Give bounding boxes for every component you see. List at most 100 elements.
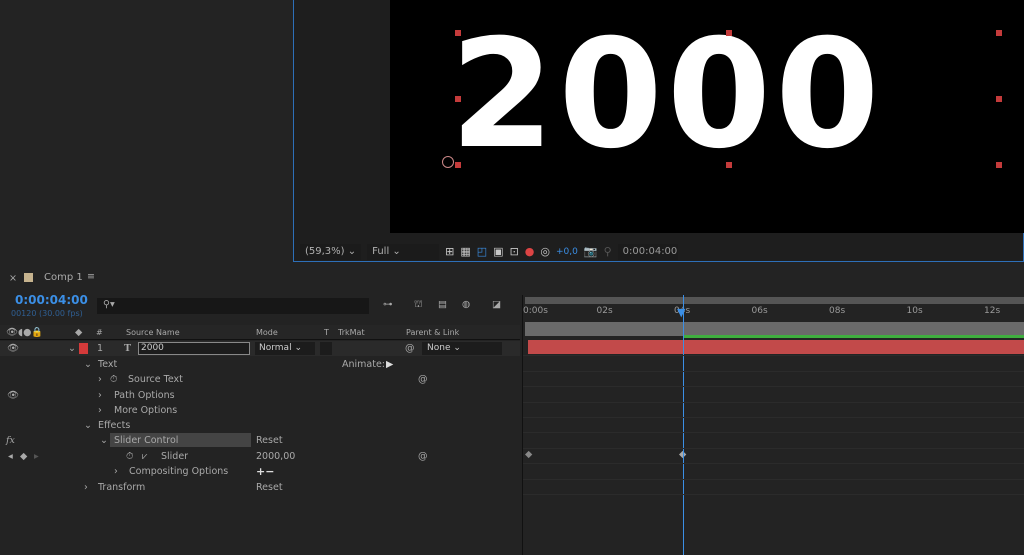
anchor-point-icon[interactable] [442, 156, 454, 168]
parent-dropdown[interactable]: None ⌄ [422, 342, 502, 355]
chevron-right-icon[interactable]: › [84, 480, 88, 495]
col-num: # [96, 328, 103, 337]
label-icon: ◆ [75, 327, 83, 338]
chevron-down-icon[interactable]: ⌄ [84, 357, 92, 372]
stopwatch-active-icon[interactable]: ⏱ [126, 449, 133, 464]
chevron-right-icon[interactable]: › [98, 372, 102, 387]
keyframe-marker[interactable]: ◆ [525, 449, 532, 460]
composition-viewer[interactable]: 2000 (59,3%) ⌄ Full ⌄ ⊞ ▦ ◰ ▣ ⊡ ● ◎ +0,0… [293, 0, 1024, 262]
chevron-right-icon[interactable]: › [98, 403, 102, 418]
slider-value[interactable]: 2000,00 [256, 449, 295, 464]
keyframe-icon[interactable]: ◆ [20, 449, 27, 464]
show-snapshot-icon[interactable]: ⚲ [604, 245, 612, 258]
trkmat-dropdown[interactable] [320, 342, 332, 355]
chevron-down-icon[interactable]: ⌄ [100, 433, 108, 448]
ruler-tick: 06s [751, 306, 768, 316]
viewer-timecode[interactable]: 0:00:04:00 [617, 243, 678, 260]
bbox-handle[interactable] [726, 162, 732, 168]
snapshot-icon[interactable]: 📷 [584, 245, 598, 258]
prop-transform[interactable]: Transform [98, 480, 145, 495]
row-divider [523, 448, 1024, 449]
pickwhip-icon[interactable]: @ [405, 341, 415, 356]
playhead-handle[interactable]: ▼ [677, 306, 685, 319]
region-of-interest-icon[interactable]: ▣ [493, 245, 503, 258]
row-divider [523, 432, 1024, 433]
channel-icon[interactable]: ● [525, 245, 535, 258]
row-divider [523, 386, 1024, 387]
frame-info: 00120 (30.00 fps) [11, 309, 83, 318]
bbox-handle[interactable] [726, 30, 732, 36]
prop-slider-control[interactable]: Slider Control [114, 433, 178, 448]
tab-comp[interactable]: Comp 1 [44, 272, 83, 283]
work-area-bar[interactable] [525, 297, 1024, 304]
fast-preview-icon[interactable]: ⊞ [445, 245, 454, 258]
graph-icon[interactable]: ⩗ [142, 449, 147, 464]
zoom-dropdown[interactable]: (59,3%) ⌄ [300, 243, 362, 260]
composition-mini-flowchart-icon[interactable]: ⊶ [383, 299, 393, 310]
pickwhip-icon[interactable]: @ [418, 372, 428, 387]
reset-transform-link[interactable]: Reset [256, 480, 283, 495]
prop-slider[interactable]: Slider [161, 449, 188, 464]
bbox-handle[interactable] [996, 30, 1002, 36]
graph-editor-icon[interactable]: ◪ [492, 299, 501, 310]
ruler-tick: 12s [984, 306, 1001, 316]
work-area-range[interactable] [525, 322, 1024, 336]
prop-text[interactable]: Text [98, 357, 117, 372]
mask-visibility-icon[interactable]: ◰ [477, 245, 487, 258]
mode-value: Normal [259, 343, 292, 353]
stopwatch-icon[interactable]: ⏱ [110, 372, 117, 387]
reset-effect-link[interactable]: Reset [256, 433, 283, 448]
comp-canvas[interactable]: 2000 [390, 0, 1024, 233]
exposure-value[interactable]: +0,0 [556, 247, 578, 257]
col-source-name[interactable]: Source Name [126, 325, 180, 340]
row-divider [523, 402, 1024, 403]
next-keyframe-icon[interactable]: ▸ [34, 449, 39, 464]
pickwhip-icon[interactable]: @ [418, 449, 428, 464]
add-remove-mask-buttons[interactable]: +− [256, 464, 274, 479]
project-panel [0, 0, 292, 262]
prop-compositing-options[interactable]: Compositing Options [129, 464, 228, 479]
motion-blur-icon[interactable]: ◍ [462, 299, 470, 310]
close-tab-icon[interactable]: × [9, 273, 17, 284]
fx-icon[interactable]: fx [6, 433, 15, 448]
layer-row[interactable]: 👁 ⌄ 1 T 2000 Normal ⌄ @ None ⌄ [0, 341, 520, 356]
prop-more-options[interactable]: More Options [114, 403, 177, 418]
bbox-handle[interactable] [996, 96, 1002, 102]
visibility-icon[interactable]: 👁 [7, 341, 19, 356]
mode-dropdown[interactable]: Normal ⌄ [255, 342, 315, 355]
resolution-value: Full [372, 245, 390, 257]
layer-name-input[interactable]: 2000 [138, 342, 250, 355]
timeline-graph[interactable]: 0:00s02s04s06s08s10s12s ◆ ◆ ▼ [522, 295, 1024, 555]
prop-effects[interactable]: Effects [98, 418, 130, 433]
prev-keyframe-icon[interactable]: ◂ [8, 449, 13, 464]
row-divider [523, 494, 1024, 495]
chevron-right-icon[interactable]: › [98, 388, 102, 403]
ruler-tick: 0:00s [523, 306, 548, 316]
chevron-down-icon[interactable]: ⌄ [84, 418, 92, 433]
expand-chevron-icon[interactable]: ⌄ [68, 341, 76, 356]
chevron-right-icon[interactable]: › [114, 464, 118, 479]
shy-layers-icon[interactable]: ⛫ [414, 299, 423, 311]
frame-blending-icon[interactable]: ▤ [438, 299, 447, 310]
animate-button[interactable]: ▶ [386, 357, 393, 372]
exposure-icon[interactable]: ◎ [540, 245, 550, 258]
playhead-line[interactable] [683, 295, 684, 555]
layer-label-color[interactable] [79, 343, 88, 354]
search-input[interactable]: ⚲▾ [97, 298, 369, 314]
col-mode: Mode [256, 328, 278, 337]
bbox-handle[interactable] [455, 96, 461, 102]
layer-duration-bar[interactable] [528, 340, 1024, 354]
guides-icon[interactable]: ⊡ [510, 245, 519, 258]
current-time[interactable]: 0:00:04:00 [15, 293, 88, 307]
bbox-handle[interactable] [455, 162, 461, 168]
panel-menu-icon[interactable]: ≡ [87, 271, 95, 282]
transparency-grid-icon[interactable]: ▦ [460, 245, 470, 258]
bbox-handle[interactable] [455, 30, 461, 36]
bbox-handle[interactable] [996, 162, 1002, 168]
prop-path-options[interactable]: Path Options [114, 388, 175, 403]
comp-text-layer[interactable]: 2000 [450, 20, 883, 170]
row-divider [523, 479, 1024, 480]
visibility-icon[interactable]: 👁 [7, 388, 19, 403]
prop-source-text[interactable]: Source Text [128, 372, 183, 387]
resolution-dropdown[interactable]: Full ⌄ [367, 243, 440, 260]
